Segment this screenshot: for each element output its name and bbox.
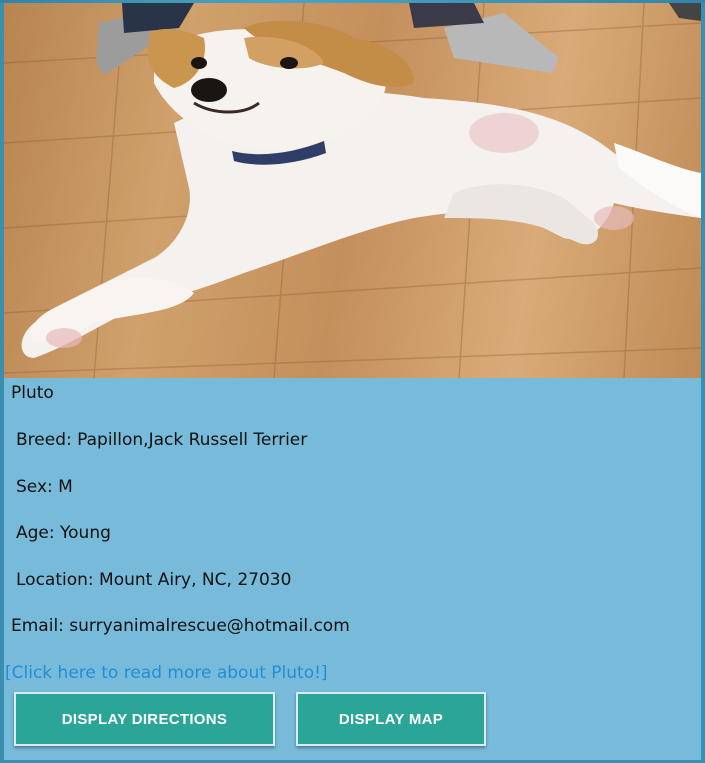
dog-photo-illustration	[4, 3, 701, 378]
pet-email: Email: surryanimalrescue@hotmail.com	[11, 616, 350, 636]
pet-card: Pluto Breed: Papillon,Jack Russell Terri…	[4, 3, 701, 760]
pet-sex: Sex: M	[16, 477, 73, 497]
pet-breed: Breed: Papillon,Jack Russell Terrier	[16, 430, 308, 450]
read-more-link[interactable]: [Click here to read more about Pluto!]	[5, 663, 328, 683]
display-map-button[interactable]: DISPLAY MAP	[296, 692, 486, 746]
pet-photo	[4, 3, 701, 378]
pet-location: Location: Mount Airy, NC, 27030	[16, 570, 292, 590]
pet-age: Age: Young	[16, 523, 111, 543]
pet-name: Pluto	[11, 383, 54, 403]
display-directions-button[interactable]: DISPLAY DIRECTIONS	[14, 692, 275, 746]
